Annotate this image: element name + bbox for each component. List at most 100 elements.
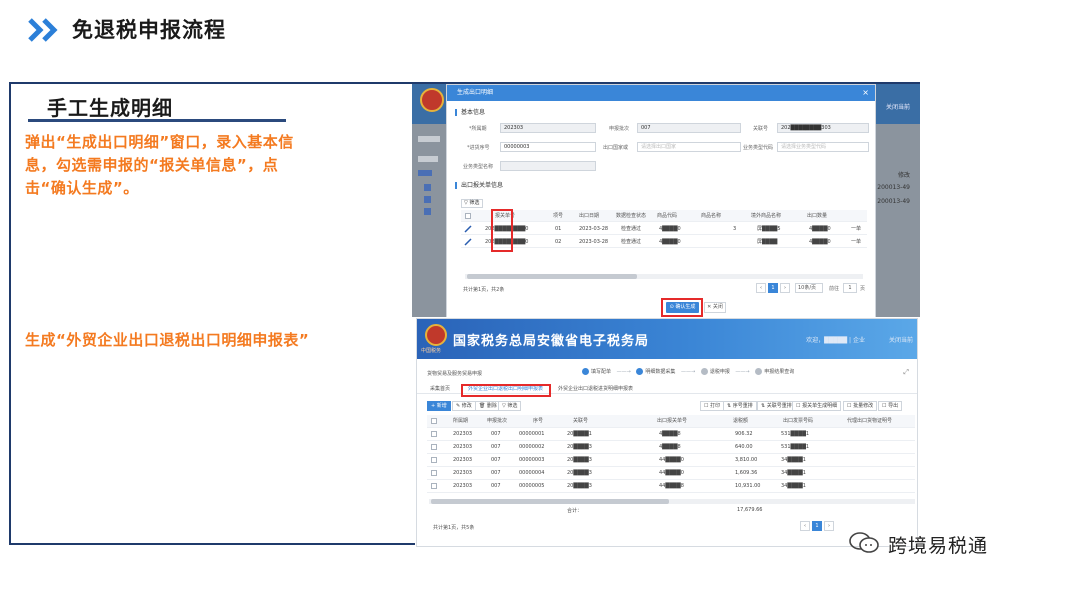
cell: 00000002 — [519, 444, 545, 450]
step-progress: 填写配单 ——→ 明细数据采集 ——→ 退税申报 ——→ 申报结果查询 — [582, 368, 798, 375]
close-dialog-button[interactable]: ✕ 关闭 — [704, 302, 726, 313]
col-header: 出口数量 — [807, 213, 828, 219]
horizontal-scrollbar[interactable] — [465, 274, 863, 279]
declare-no-input[interactable]: 202████████303 — [777, 123, 869, 133]
table-row[interactable]: 202303 007 00000004 20████3 44████0 1,60… — [427, 467, 915, 480]
cell: 20████3 — [567, 457, 592, 463]
table-row[interactable]: 202████████0 02 2023-03-28 检查通过 4████0 屏… — [461, 236, 867, 248]
table-row[interactable]: 202303 007 00000002 20████3 4████8 640.0… — [427, 441, 915, 454]
goto-input[interactable]: 1 — [843, 283, 857, 293]
horizontal-scrollbar[interactable] — [429, 499, 915, 504]
edit-pen-icon[interactable] — [464, 225, 472, 233]
cell: 202303 — [453, 444, 473, 450]
batch-input[interactable]: 007 — [637, 123, 741, 133]
add-button[interactable]: + 新增 — [427, 401, 451, 411]
cell: 屏████ — [757, 239, 778, 245]
cell: 44████0 — [659, 470, 684, 476]
highlight-checkbox-box — [491, 209, 513, 252]
biz-name-input[interactable] — [500, 161, 596, 171]
goto-label: 前往 — [829, 286, 840, 292]
bg-row-label: 200013-49 — [877, 184, 910, 191]
bg-close-label: 关闭当前 — [885, 104, 910, 111]
highlight-confirm-box — [661, 298, 703, 317]
next-page-button[interactable]: › — [824, 521, 834, 531]
table-row[interactable]: 202303 007 00000005 20████3 44████8 10,9… — [427, 480, 915, 493]
period-label: *所属期 — [469, 126, 487, 132]
table-row[interactable]: 202303 007 00000003 20████3 44████0 3,81… — [427, 454, 915, 467]
close-icon[interactable]: × — [862, 85, 869, 101]
dialog-title: 生成出口明细 — [457, 89, 494, 96]
batch-edit-button[interactable]: ☐ 批量修改 — [843, 401, 878, 411]
generate-from-customs-button[interactable]: ☐ 报关单生成明细 — [792, 401, 842, 411]
generate-detail-dialog: 生成出口明细 × 基本信息 *所属期 202303 申报批次 007 关联号 2… — [446, 84, 876, 317]
reorder-rel-button[interactable]: ⇅ 关联号重排 — [757, 401, 796, 411]
screenshot-portal: 中国税务 国家税务总局安徽省电子税务局 欢迎，█████ | 企业 关闭当前 货… — [416, 318, 918, 547]
biz-name-label: 业务类型名称 — [463, 164, 494, 170]
page-1-button[interactable]: 1 — [768, 283, 778, 293]
page-1-button[interactable]: 1 — [812, 521, 822, 531]
row-checkbox[interactable] — [431, 431, 437, 437]
cell: 00000003 — [519, 457, 545, 463]
tab-collect-home[interactable]: 采集首页 — [427, 384, 453, 394]
arrow-icon: ——→ — [735, 368, 750, 375]
cell: 4████0 — [659, 239, 681, 245]
select-all-checkbox[interactable] — [431, 418, 437, 424]
col-header: 数据检查状态 — [616, 213, 647, 219]
cell: 007 — [491, 431, 501, 437]
edit-pen-icon[interactable] — [464, 238, 472, 246]
edit-button[interactable]: ✎ 修改 — [452, 401, 476, 411]
user-info[interactable]: 欢迎，█████ | 企业 — [806, 335, 865, 344]
expand-icon[interactable]: ⤢ — [903, 368, 909, 377]
col-header: 代理出口货物证明号 — [847, 418, 893, 424]
next-page-button[interactable]: › — [780, 283, 790, 293]
cell: 00000004 — [519, 470, 545, 476]
cell: 20████1 — [567, 431, 592, 437]
col-header: 商品名称 — [701, 213, 722, 219]
col-header: 商品代码 — [657, 213, 678, 219]
cell: 007 — [491, 483, 501, 489]
cell: 20████3 — [567, 444, 592, 450]
row-checkbox[interactable] — [431, 457, 437, 463]
prev-page-button[interactable]: ‹ — [756, 283, 766, 293]
table-header: 所属期 申报批次 序号 关联号 出口报关单号 退税额 出口发票号码 代理出口货物… — [427, 415, 915, 428]
scrollbar-thumb[interactable] — [431, 499, 669, 504]
page-size-select[interactable]: 10条/页 — [795, 283, 823, 293]
step-done-icon — [582, 368, 589, 375]
dialog-header: 生成出口明细 × — [447, 85, 875, 101]
close-current-link[interactable]: 关闭当前 — [889, 335, 913, 344]
filter-button[interactable]: ▽ 筛选 — [498, 401, 522, 411]
cell: 4████0 — [659, 226, 681, 232]
step: 填写配单 — [582, 368, 611, 375]
reorder-seq-button[interactable]: ⇅ 序号重排 — [723, 401, 757, 411]
chat-bubbles-icon — [849, 532, 879, 553]
col-header: 境外商品名称 — [751, 213, 782, 219]
period-input[interactable]: 202303 — [500, 123, 596, 133]
seq-input[interactable]: 00000003 — [500, 142, 596, 152]
tab-purchase-detail[interactable]: 外贸企业出口退税进货明细申报表 — [555, 384, 636, 394]
row-checkbox[interactable] — [431, 444, 437, 450]
scrollbar-thumb[interactable] — [467, 274, 637, 279]
goto-unit: 页 — [860, 286, 866, 292]
select-all-checkbox[interactable] — [465, 213, 471, 219]
country-select[interactable]: 请选择出口国家 — [637, 142, 741, 152]
print-button[interactable]: ☐ 打印 — [700, 401, 725, 411]
cell: 202303 — [453, 470, 473, 476]
prev-page-button[interactable]: ‹ — [800, 521, 810, 531]
row-checkbox[interactable] — [431, 470, 437, 476]
col-header: 退税额 — [733, 418, 749, 424]
step-description-1: 弹出“生成出口明细”窗口，录入基本信息，勾选需申报的“报关单信息”，点击“确认生… — [25, 133, 294, 197]
total-label: 合计： — [567, 508, 583, 514]
biz-type-select[interactable]: 请选择业务类型代码 — [777, 142, 869, 152]
col-header: 关联号 — [573, 418, 589, 424]
filter-button[interactable]: ▽ 筛选 — [461, 199, 483, 208]
cell: 检查通过 — [621, 226, 642, 232]
row-checkbox[interactable] — [431, 483, 437, 489]
section-basic-info: 基本信息 — [455, 109, 485, 116]
portal-header: 中国税务 国家税务总局安徽省电子税务局 欢迎，█████ | 企业 关闭当前 — [417, 319, 917, 359]
cell: 640.00 — [735, 444, 753, 450]
table-row[interactable]: 202████████0 01 2023-03-28 检查通过 4████0 3… — [461, 223, 867, 235]
watermark-text: 跨境易税通 — [888, 535, 989, 557]
export-button[interactable]: ☐ 导出 — [878, 401, 903, 411]
section-customs-info: 出口报关单信息 — [455, 182, 503, 189]
table-row[interactable]: 202303 007 00000001 20████1 4████8 906.3… — [427, 428, 915, 441]
